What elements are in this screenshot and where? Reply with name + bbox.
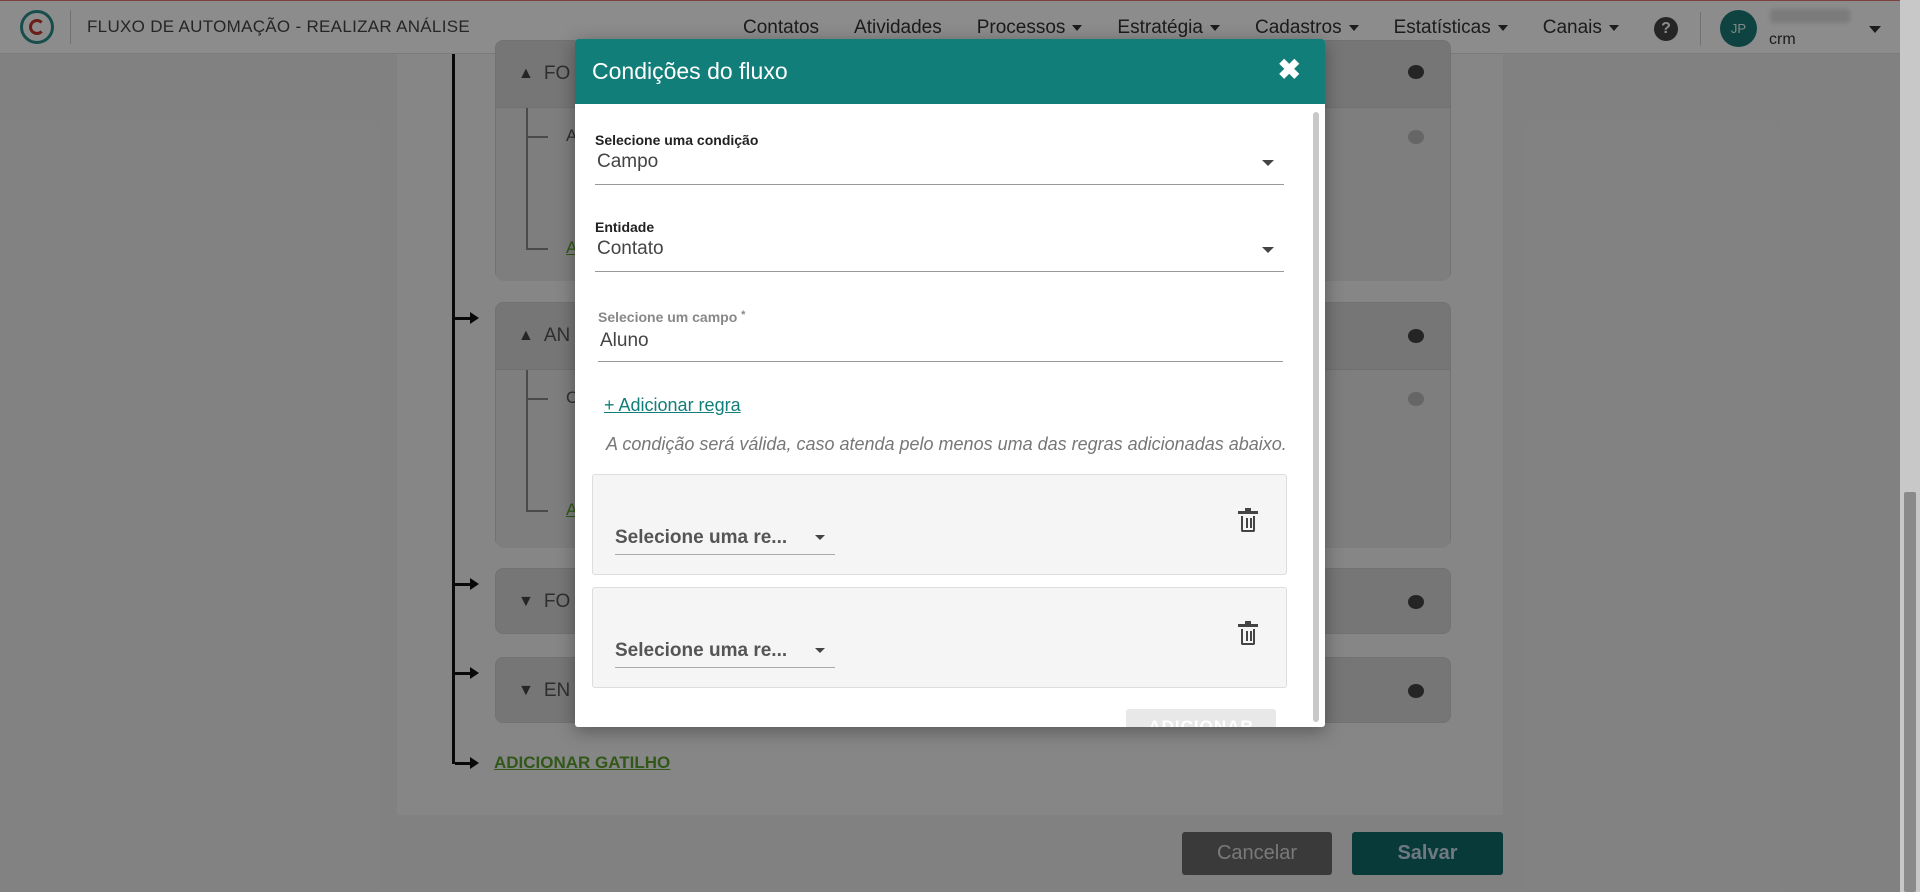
rule-row: Selecione uma re...: [592, 587, 1287, 688]
add-rule-link[interactable]: + Adicionar regra: [604, 395, 741, 416]
field-underline: [595, 271, 1284, 272]
dialog-title: Condições do fluxo: [592, 58, 788, 84]
condition-select[interactable]: Selecione uma condição Campo: [595, 132, 1284, 192]
rule-select-placeholder: Selecione uma re...: [615, 640, 788, 661]
condition-label: Selecione uma condição: [595, 132, 759, 148]
field-underline: [595, 184, 1284, 185]
rule-select-placeholder: Selecione uma re...: [615, 527, 788, 548]
field-value: Aluno: [600, 330, 649, 351]
field-select-input[interactable]: Selecione um campo * Aluno: [598, 309, 1283, 369]
field-underline: [598, 361, 1283, 362]
chevron-down-icon: [815, 535, 825, 540]
rule-select[interactable]: Selecione uma re...: [615, 638, 835, 668]
chevron-down-icon: [1262, 160, 1274, 166]
condition-value: Campo: [597, 151, 659, 172]
field-label: Selecione um campo *: [598, 309, 746, 325]
rule-row: Selecione uma re...: [592, 474, 1287, 575]
dialog-scrollbar[interactable]: [1313, 112, 1319, 722]
add-condition-button[interactable]: ADICIONAR: [1126, 709, 1276, 727]
dialog-body: Selecione uma condição Campo Entidade Co…: [575, 104, 1325, 727]
trash-icon[interactable]: [1238, 508, 1258, 533]
scrollbar-thumb[interactable]: [1904, 492, 1916, 892]
chevron-down-icon: [815, 648, 825, 653]
entity-value: Contato: [597, 238, 664, 259]
trash-icon[interactable]: [1238, 621, 1258, 646]
dialog-header: Condições do fluxo ✖: [575, 39, 1325, 104]
flow-conditions-dialog: Condições do fluxo ✖ Selecione uma condi…: [575, 39, 1325, 727]
page-scrollbar[interactable]: [1900, 0, 1920, 892]
rule-select[interactable]: Selecione uma re...: [615, 525, 835, 555]
close-icon[interactable]: ✖: [1278, 56, 1301, 84]
entity-label: Entidade: [595, 219, 655, 235]
chevron-down-icon: [1262, 247, 1274, 253]
entity-select[interactable]: Entidade Contato: [595, 219, 1284, 279]
rules-hint-text: A condição será válida, caso atenda pelo…: [606, 434, 1287, 454]
